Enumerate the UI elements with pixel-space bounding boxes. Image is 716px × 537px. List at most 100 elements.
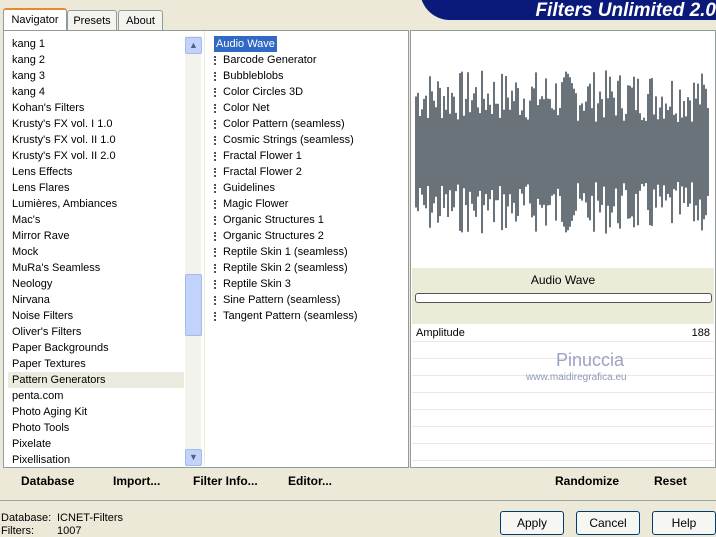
filter-item-label: Reptile Skin 2 (seamless) bbox=[223, 262, 348, 274]
grip-icon bbox=[214, 119, 220, 129]
param-amplitude[interactable]: Amplitude 188 bbox=[412, 325, 714, 342]
filter-item[interactable]: Tangent Pattern (seamless) bbox=[210, 308, 406, 324]
status-database-label: Database: bbox=[1, 512, 52, 524]
filter-item-label: Bubbleblobs bbox=[223, 70, 284, 82]
grip-icon bbox=[214, 199, 220, 209]
category-item[interactable]: Pattern Generators bbox=[8, 372, 184, 388]
category-item[interactable]: Mirror Rave bbox=[8, 228, 184, 244]
filter-item-label: Audio Wave bbox=[214, 36, 277, 52]
grip-icon bbox=[214, 215, 220, 225]
category-item[interactable]: Pixelate bbox=[8, 436, 184, 452]
category-item[interactable]: Lens Flares bbox=[8, 180, 184, 196]
category-scrollbar[interactable]: ▲ ▼ bbox=[185, 36, 202, 466]
grip-icon bbox=[214, 55, 220, 65]
category-item[interactable]: Neology bbox=[8, 276, 184, 292]
grip-icon bbox=[214, 87, 220, 97]
category-item[interactable]: Mac's bbox=[8, 212, 184, 228]
filter-item[interactable]: Organic Structures 2 bbox=[210, 228, 406, 244]
status-database-value: ICNET-Filters bbox=[57, 512, 123, 524]
filter-item-label: Color Circles 3D bbox=[223, 86, 304, 98]
filter-item[interactable]: Reptile Skin 2 (seamless) bbox=[210, 260, 406, 276]
category-item[interactable]: penta.com bbox=[8, 388, 184, 404]
category-item[interactable]: Mock bbox=[8, 244, 184, 260]
filter-item[interactable]: Reptile Skin 3 bbox=[210, 276, 406, 292]
reset-button[interactable]: Reset bbox=[654, 467, 687, 495]
param-value: 188 bbox=[691, 327, 710, 339]
category-item[interactable]: Krusty's FX vol. II 2.0 bbox=[8, 148, 184, 164]
filter-item[interactable]: Barcode Generator bbox=[210, 52, 406, 68]
category-item[interactable]: Lens Effects bbox=[8, 164, 184, 180]
filter-item-label: Organic Structures 2 bbox=[223, 230, 324, 242]
filter-item[interactable]: Audio Wave bbox=[210, 36, 406, 52]
category-item[interactable]: kang 4 bbox=[8, 84, 184, 100]
help-button[interactable]: Help bbox=[652, 511, 716, 535]
filter-item-label: Reptile Skin 1 (seamless) bbox=[223, 246, 348, 258]
filter-item-label: Sine Pattern (seamless) bbox=[223, 294, 341, 306]
filter-item[interactable]: Guidelines bbox=[210, 180, 406, 196]
category-item[interactable]: Photo Aging Kit bbox=[8, 404, 184, 420]
category-item[interactable]: Kohan's Filters bbox=[8, 100, 184, 116]
filter-item-label: Organic Structures 1 bbox=[223, 214, 324, 226]
scroll-down-icon[interactable]: ▼ bbox=[185, 449, 202, 466]
category-item[interactable]: kang 2 bbox=[8, 52, 184, 68]
category-item[interactable]: Nirvana bbox=[8, 292, 184, 308]
filter-item-label: Fractal Flower 1 bbox=[223, 150, 302, 162]
category-item[interactable]: Krusty's FX vol. I 1.0 bbox=[8, 116, 184, 132]
category-item[interactable]: Photo Tools bbox=[8, 420, 184, 436]
filter-item-label: Cosmic Strings (seamless) bbox=[223, 134, 354, 146]
randomize-button[interactable]: Randomize bbox=[555, 467, 619, 495]
scroll-up-icon[interactable]: ▲ bbox=[185, 37, 202, 54]
category-item[interactable]: Paper Backgrounds bbox=[8, 340, 184, 356]
category-item[interactable]: Krusty's FX vol. II 1.0 bbox=[8, 132, 184, 148]
import-button[interactable]: Import... bbox=[113, 467, 160, 495]
preview-image bbox=[415, 70, 709, 234]
apply-button[interactable]: Apply bbox=[500, 511, 564, 535]
filter-item[interactable]: Magic Flower bbox=[210, 196, 406, 212]
watermark-url: www.maidiregrafica.eu bbox=[526, 372, 627, 383]
category-item[interactable]: Paper Textures bbox=[8, 356, 184, 372]
scroll-thumb[interactable] bbox=[185, 274, 202, 336]
grip-icon bbox=[214, 311, 220, 321]
cancel-button[interactable]: Cancel bbox=[576, 511, 640, 535]
category-item[interactable]: kang 1 bbox=[8, 36, 184, 52]
category-item[interactable]: Oliver's Filters bbox=[8, 324, 184, 340]
filter-info-button[interactable]: Filter Info... bbox=[193, 467, 258, 495]
progress-bar bbox=[415, 293, 712, 303]
category-item[interactable]: kang 3 bbox=[8, 68, 184, 84]
category-item[interactable]: Lumières, Ambiances bbox=[8, 196, 184, 212]
filter-item[interactable]: Reptile Skin 1 (seamless) bbox=[210, 244, 406, 260]
filter-item[interactable]: Cosmic Strings (seamless) bbox=[210, 132, 406, 148]
category-list[interactable]: kang 1 kang 2 kang 3 kang 4 Kohan's Filters K… bbox=[8, 36, 184, 468]
filter-item[interactable]: Color Net bbox=[210, 100, 406, 116]
status-filters-value: 1007 bbox=[57, 525, 82, 537]
category-item[interactable]: MuRa's Seamless bbox=[8, 260, 184, 276]
app-title-banner: Filters Unlimited 2.0 bbox=[420, 0, 716, 21]
filter-list[interactable]: Audio Wave Barcode Generator Bubbleblobs Co… bbox=[210, 36, 406, 324]
filter-item-label: Guidelines bbox=[223, 182, 275, 194]
category-item[interactable]: Noise Filters bbox=[8, 308, 184, 324]
filter-item[interactable]: Fractal Flower 1 bbox=[210, 148, 406, 164]
filter-item[interactable]: Fractal Flower 2 bbox=[210, 164, 406, 180]
grip-icon bbox=[214, 279, 220, 289]
grip-icon bbox=[214, 135, 220, 145]
category-item[interactable]: Pixellisation bbox=[8, 452, 184, 468]
filter-item-label: Barcode Generator bbox=[223, 54, 317, 66]
watermark-name: Pinuccia bbox=[556, 350, 625, 370]
tab-about[interactable]: About bbox=[118, 10, 163, 31]
grip-icon bbox=[214, 151, 220, 161]
filter-item[interactable]: Color Pattern (seamless) bbox=[210, 116, 406, 132]
param-list: Amplitude 188 bbox=[412, 325, 714, 461]
status-filters-label: Filters: bbox=[1, 525, 34, 537]
grip-icon bbox=[214, 263, 220, 273]
editor-button[interactable]: Editor... bbox=[288, 467, 332, 495]
tab-presets[interactable]: Presets bbox=[67, 10, 117, 31]
grip-icon bbox=[214, 71, 220, 81]
filter-item[interactable]: Bubbleblobs bbox=[210, 68, 406, 84]
grip-icon bbox=[214, 103, 220, 113]
preview-filter-name: Audio Wave bbox=[530, 273, 596, 287]
filter-item[interactable]: Color Circles 3D bbox=[210, 84, 406, 100]
filter-item[interactable]: Organic Structures 1 bbox=[210, 212, 406, 228]
filter-item[interactable]: Sine Pattern (seamless) bbox=[210, 292, 406, 308]
database-button[interactable]: Database bbox=[21, 467, 74, 495]
filter-item-label: Fractal Flower 2 bbox=[223, 166, 302, 178]
